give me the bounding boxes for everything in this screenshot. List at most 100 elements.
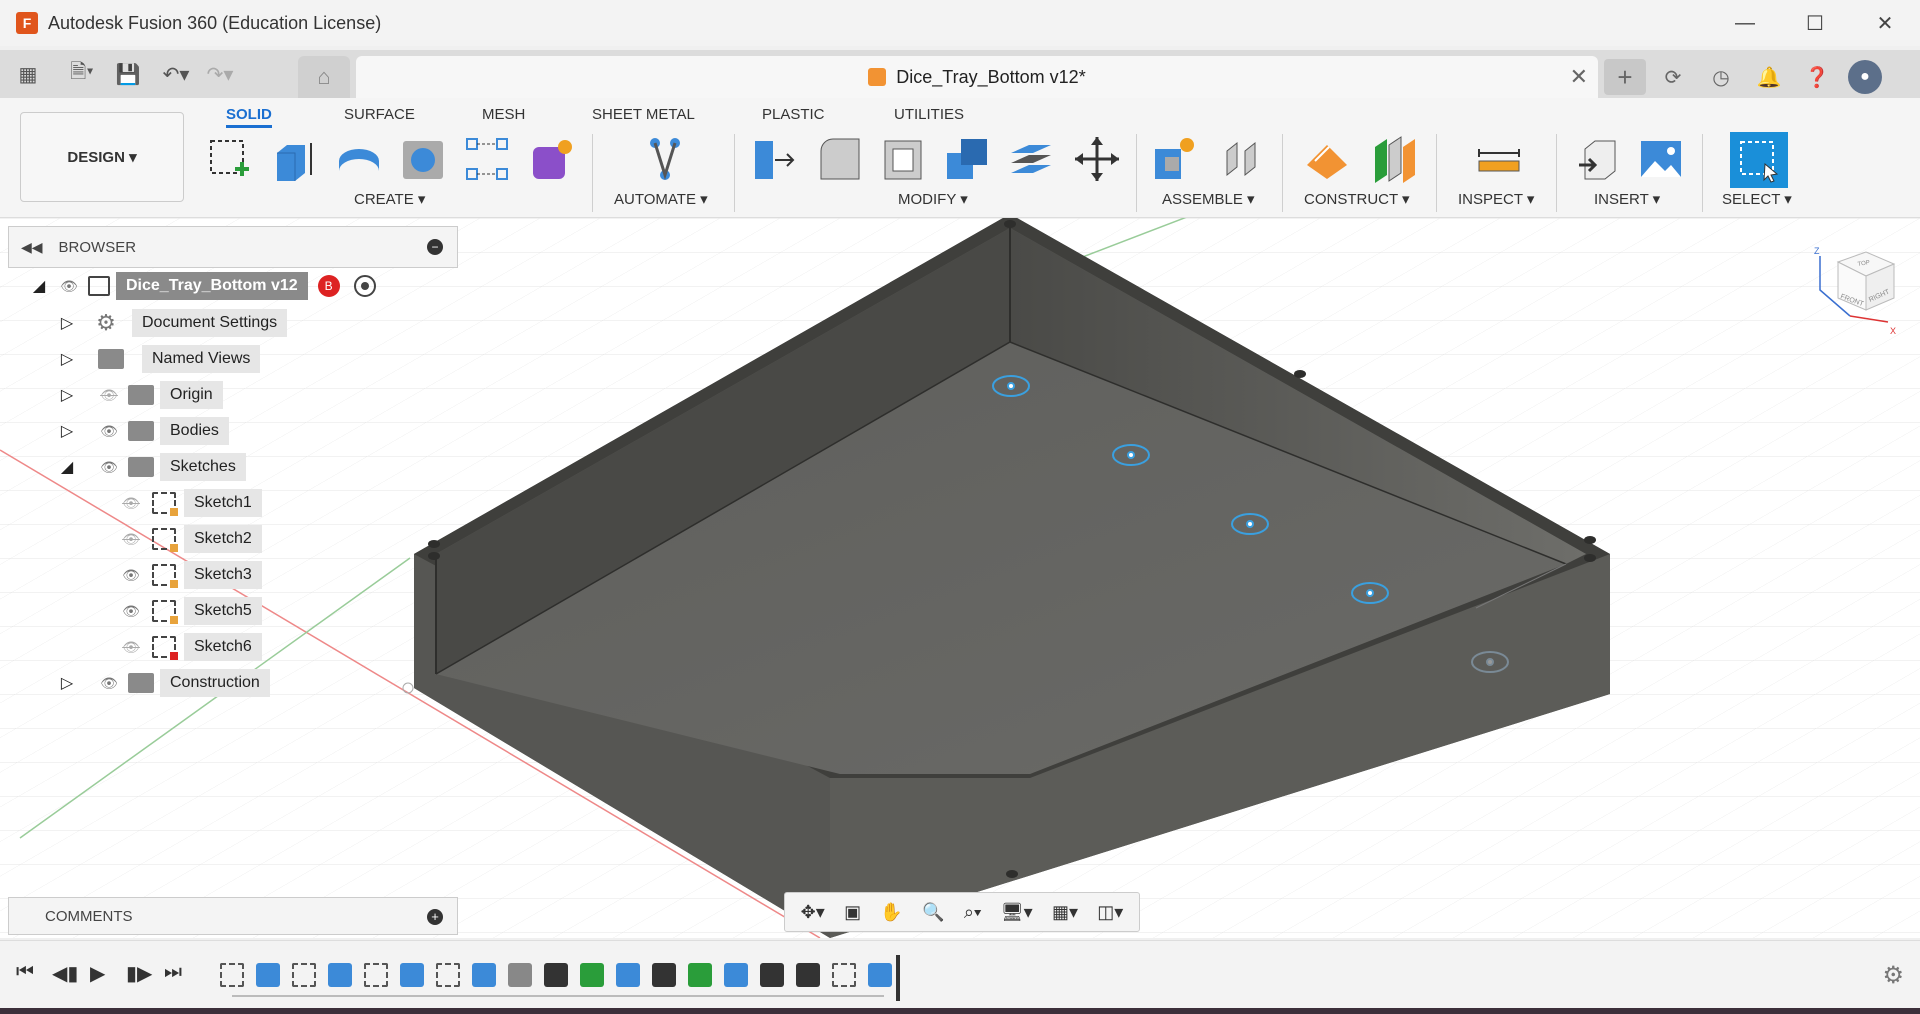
minimize-panel-icon[interactable]: − (427, 239, 443, 255)
timeline-feature-move-icon[interactable] (544, 963, 568, 987)
shell-hole-icon[interactable] (398, 134, 448, 184)
go-to-start-icon[interactable]: ⏮ (16, 961, 34, 984)
tree-item-sketch3[interactable]: 👁 Sketch3 (118, 559, 262, 591)
maximize-button[interactable]: ☐ (1780, 0, 1850, 46)
automate-group-menu[interactable]: AUTOMATE ▾ (614, 190, 708, 208)
viewports-icon[interactable]: ◫▾ (1097, 902, 1123, 923)
timeline-feature-extrude-icon[interactable] (256, 963, 280, 987)
tab-plastic[interactable]: PLASTIC (762, 102, 825, 128)
automate-icon[interactable] (640, 134, 690, 184)
select-group-menu[interactable]: SELECT ▾ (1722, 190, 1792, 208)
browser-root-row[interactable]: ◢ 👁 Dice_Tray_Bottom v12 B (30, 270, 376, 302)
hidden-eye-icon[interactable]: 👁 (118, 639, 144, 656)
fillet-icon[interactable] (814, 134, 864, 184)
close-window-button[interactable]: ✕ (1850, 0, 1920, 46)
zoom-icon[interactable]: 🔍 (922, 902, 944, 923)
collapse-triangle-icon[interactable]: ◢ (30, 276, 48, 296)
timeline-marker[interactable] (896, 955, 900, 1001)
fit-icon[interactable]: ⌕▾ (964, 902, 982, 923)
timeline-feature-press-icon[interactable] (328, 963, 352, 987)
go-to-end-icon[interactable]: ⏭ (164, 961, 182, 984)
move-copy-icon[interactable] (1072, 134, 1122, 184)
step-forward-icon[interactable]: ▮▶ (126, 961, 152, 986)
sync-icon[interactable]: ⟳ (1652, 59, 1694, 95)
expand-triangle-icon[interactable]: ▷ (58, 421, 76, 441)
hidden-eye-icon[interactable]: 👁 (96, 387, 122, 404)
visibility-eye-icon[interactable]: 👁 (118, 567, 144, 584)
save-icon[interactable]: 💾 (112, 58, 144, 90)
joint-icon[interactable] (1218, 134, 1268, 184)
tree-item-sketch5[interactable]: 👁 Sketch5 (118, 595, 262, 627)
tree-item-bodies[interactable]: ▷ 👁 Bodies (58, 415, 229, 447)
tree-item-sketch2[interactable]: 👁 Sketch2 (118, 523, 262, 555)
add-comment-icon[interactable]: + (427, 909, 443, 925)
construct-group-menu[interactable]: CONSTRUCT ▾ (1304, 190, 1410, 208)
root-component-label[interactable]: Dice_Tray_Bottom v12 (116, 272, 308, 300)
home-icon[interactable]: ⌂ (298, 56, 350, 98)
grid-settings-icon[interactable]: ▦▾ (1052, 902, 1078, 923)
expand-triangle-icon[interactable]: ▷ (58, 673, 76, 693)
hidden-eye-icon[interactable]: 👁 (118, 531, 144, 548)
measure-icon[interactable] (1474, 134, 1524, 184)
modify-group-menu[interactable]: MODIFY ▾ (898, 190, 968, 208)
tab-surface[interactable]: SURFACE (344, 102, 415, 128)
select-icon[interactable] (1730, 132, 1788, 188)
timeline-feature-sketch-icon[interactable] (292, 963, 316, 987)
document-tab[interactable]: Dice_Tray_Bottom v12* ✕ (356, 56, 1598, 98)
expand-triangle-icon[interactable]: ▷ (58, 313, 76, 333)
orbit-icon[interactable]: ✥▾ (801, 902, 825, 923)
extrude-icon[interactable] (268, 134, 318, 184)
viewcube[interactable]: FRONT RIGHT TOP Z X (1810, 246, 1900, 336)
app-grid-icon[interactable]: ▦ (12, 58, 44, 90)
browser-panel-header[interactable]: ◀◀ BROWSER − (8, 226, 458, 268)
insert-derive-icon[interactable] (1574, 134, 1624, 184)
timeline-feature-extrude-icon[interactable] (472, 963, 496, 987)
tab-solid[interactable]: SOLID (226, 102, 272, 128)
tree-item-named-views[interactable]: ▷ Named Views (58, 343, 261, 375)
minimize-button[interactable]: — (1710, 0, 1780, 46)
tree-item-sketch6[interactable]: 👁 Sketch6 (118, 631, 262, 663)
assemble-group-menu[interactable]: ASSEMBLE ▾ (1162, 190, 1255, 208)
timeline-feature-joint-icon[interactable] (760, 963, 784, 987)
step-back-icon[interactable]: ◀▮ (52, 961, 78, 986)
timeline-feature-plane-icon[interactable] (688, 963, 712, 987)
tree-item-construction[interactable]: ▷ 👁 Construction (58, 667, 270, 699)
play-icon[interactable]: ▶ (90, 961, 105, 986)
visibility-eye-icon[interactable]: 👁 (96, 423, 122, 440)
create-sketch-icon[interactable] (204, 134, 254, 184)
midplane-icon[interactable] (1368, 134, 1418, 184)
visibility-eye-icon[interactable]: 👁 (96, 675, 122, 692)
timeline-feature-extrude-icon[interactable] (400, 963, 424, 987)
file-menu-icon[interactable]: 🗎▾ (66, 58, 98, 90)
timeline-feature-sketch-icon[interactable] (220, 963, 244, 987)
timeline-feature-sketch-icon[interactable] (832, 963, 856, 987)
collapse-panel-icon[interactable]: ◀◀ (21, 239, 43, 256)
tab-mesh[interactable]: MESH (482, 102, 525, 128)
3d-viewport[interactable] (0, 218, 1920, 938)
display-settings-icon[interactable]: 🖥▾ (1001, 902, 1033, 923)
insert-group-menu[interactable]: INSERT ▾ (1594, 190, 1660, 208)
pattern-icon[interactable] (462, 134, 512, 184)
visibility-eye-icon[interactable]: 👁 (96, 459, 122, 476)
revolve-icon[interactable] (334, 134, 384, 184)
new-component-icon[interactable] (1150, 134, 1200, 184)
combine-icon[interactable] (942, 134, 992, 184)
tree-item-sketches[interactable]: ◢ 👁 Sketches (58, 451, 246, 483)
timeline-settings-icon[interactable]: ⚙ (1882, 961, 1904, 990)
undo-icon[interactable]: ↶▾ (160, 58, 192, 90)
split-face-icon[interactable] (1006, 134, 1056, 184)
expand-triangle-icon[interactable]: ▷ (58, 385, 76, 405)
inspect-group-menu[interactable]: INSPECT ▾ (1458, 190, 1534, 208)
new-tab-button[interactable]: + (1604, 59, 1646, 95)
timeline-feature-joint-icon[interactable] (652, 963, 676, 987)
timeline-feature-plane-icon[interactable] (580, 963, 604, 987)
user-avatar[interactable]: ● (1848, 60, 1882, 94)
shell-icon[interactable] (878, 134, 928, 184)
model-canvas[interactable] (0, 218, 1920, 938)
tree-item-origin[interactable]: ▷ 👁 Origin (58, 379, 223, 411)
component-status-icon[interactable]: B (317, 275, 340, 297)
timeline-feature-sketch-icon[interactable] (436, 963, 460, 987)
collapse-triangle-icon[interactable]: ◢ (58, 457, 76, 477)
comments-panel-header[interactable]: COMMENTS + (8, 897, 458, 935)
timeline-feature-extrude-icon[interactable] (868, 963, 892, 987)
